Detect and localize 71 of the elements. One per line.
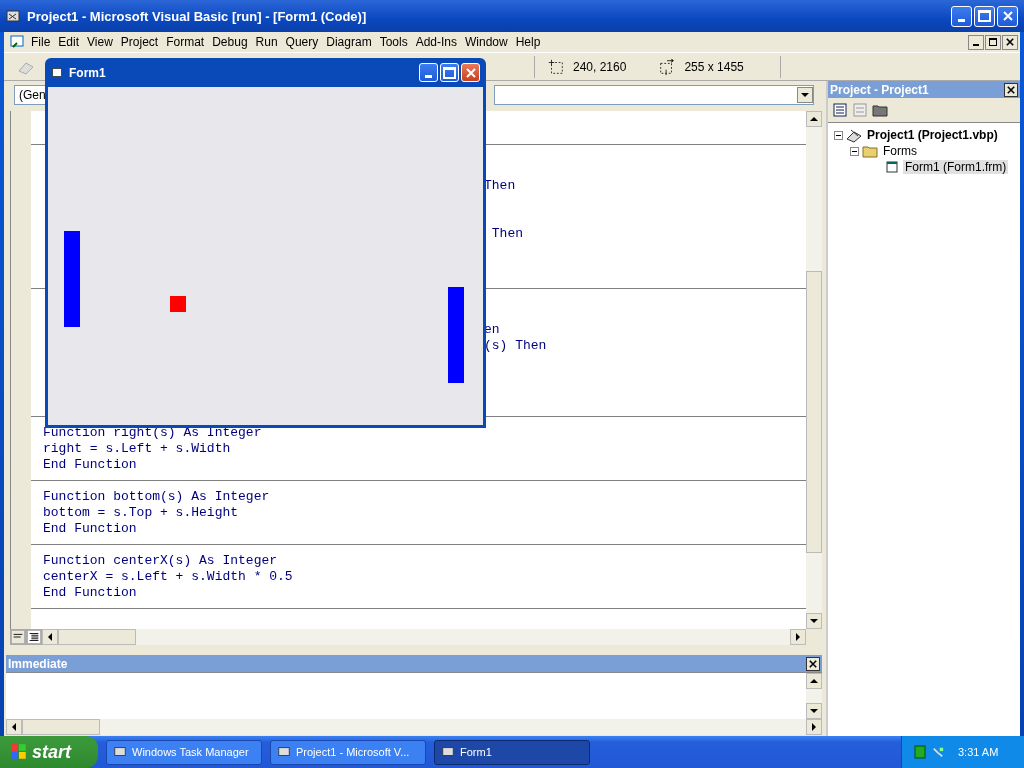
- horizontal-scrollbar[interactable]: [6, 719, 822, 735]
- tree-item[interactable]: Form1 (Form1.frm): [903, 160, 1009, 174]
- code-line: (s) Then: [484, 338, 547, 354]
- window-icon: [113, 745, 127, 759]
- menu-item[interactable]: Diagram: [322, 35, 376, 49]
- close-icon: [1006, 38, 1014, 46]
- folder-icon: [862, 143, 878, 159]
- position-readout: 240, 2160: [573, 59, 627, 74]
- code-line: Function centerX(s) As Integer: [43, 553, 279, 569]
- menu-item[interactable]: Help: [511, 35, 545, 49]
- horizontal-scrollbar[interactable]: [42, 629, 806, 645]
- vertical-scrollbar[interactable]: [806, 111, 822, 629]
- full-module-view-icon[interactable]: [26, 629, 42, 645]
- tree-item[interactable]: Project1 (Project1.vbp): [865, 128, 1000, 142]
- app-icon: [6, 8, 22, 24]
- taskbar-button[interactable]: Windows Task Manager: [106, 739, 262, 765]
- panel-title: Project - Project1: [830, 82, 929, 97]
- menu-item[interactable]: Format: [162, 35, 209, 49]
- procedure-dropdown[interactable]: [494, 85, 814, 105]
- menu-item[interactable]: Add-Ins: [411, 35, 461, 49]
- taskbar-button[interactable]: Project1 - Microsoft V...: [270, 739, 426, 765]
- maximize-button[interactable]: [974, 5, 995, 27]
- windows-flag-icon: [10, 743, 28, 761]
- minimize-button[interactable]: [968, 34, 984, 50]
- document-icon: [9, 34, 25, 50]
- menu-item[interactable]: Edit: [54, 35, 84, 49]
- project-icon: [846, 127, 862, 143]
- menu-item[interactable]: Debug: [208, 35, 252, 49]
- form-icon: [51, 66, 64, 79]
- size-icon: [658, 57, 677, 76]
- menu-item[interactable]: Run: [251, 35, 282, 49]
- close-button[interactable]: [1004, 82, 1018, 97]
- menu-item[interactable]: View: [83, 35, 117, 49]
- folder-icon[interactable]: [872, 102, 888, 118]
- close-button[interactable]: [806, 656, 820, 671]
- taskbar-button[interactable]: Form1: [434, 739, 590, 765]
- close-button[interactable]: [1002, 34, 1018, 50]
- restore-button[interactable]: [985, 34, 1001, 50]
- window-title: Project1 - Microsoft Visual Basic [run] - [Form1 (Code)]: [27, 8, 367, 24]
- code-line: right = s.Left + s.Width: [43, 441, 232, 457]
- code-line: bottom = s.Top + s.Height: [43, 505, 240, 521]
- panel-title: Immediate: [8, 656, 68, 671]
- collapse-toggle[interactable]: [850, 146, 859, 156]
- window-icon: [441, 745, 455, 759]
- window-icon: [277, 745, 291, 759]
- code-line: Then: [490, 226, 523, 242]
- view-code-icon[interactable]: [832, 102, 848, 118]
- clock: 3:31 AM: [958, 746, 999, 758]
- position-icon: [547, 57, 565, 76]
- tree-item[interactable]: Forms: [881, 144, 919, 158]
- start-button[interactable]: start: [0, 736, 98, 768]
- form-icon: [884, 159, 900, 175]
- code-line: End Function: [43, 457, 138, 473]
- code-line: End Function: [43, 521, 138, 537]
- collapse-toggle[interactable]: [834, 130, 843, 140]
- menu-item[interactable]: Project: [116, 35, 163, 49]
- code-line: Function bottom(s) As Integer: [43, 489, 271, 505]
- window-title: Form1: [69, 65, 106, 80]
- close-icon: [465, 67, 476, 78]
- menu-item[interactable]: Query: [281, 35, 323, 49]
- code-line: End Function: [43, 585, 138, 601]
- menu-item[interactable]: Window: [461, 35, 512, 49]
- menu-item[interactable]: Tools: [375, 35, 412, 49]
- menu-item[interactable]: File: [27, 35, 55, 49]
- vertical-scrollbar[interactable]: [806, 673, 822, 719]
- code-line: centerX = s.Left + s.Width * 0.5: [43, 569, 294, 585]
- close-icon: [1002, 11, 1013, 21]
- code-line: Then: [484, 178, 516, 194]
- procedure-view-icon[interactable]: [10, 629, 26, 645]
- maximize-button[interactable]: [440, 63, 459, 82]
- size-readout: 255 x 1455: [684, 59, 744, 74]
